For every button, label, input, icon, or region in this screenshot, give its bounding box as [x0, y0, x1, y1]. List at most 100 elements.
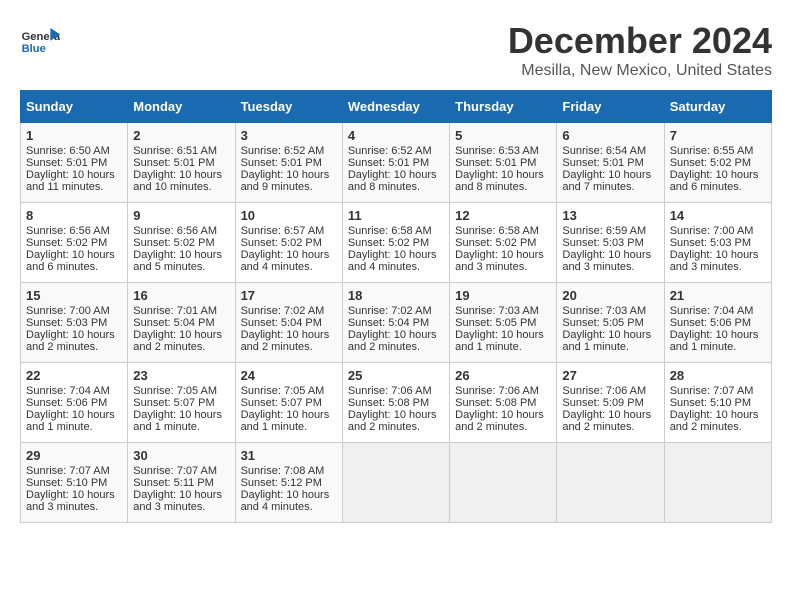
table-row: 3Sunrise: 6:52 AMSunset: 5:01 PMDaylight… [235, 123, 342, 203]
day-number: 12 [455, 208, 551, 223]
day-number: 10 [241, 208, 337, 223]
daylight-text: Daylight: 10 hours and 1 minute. [670, 329, 766, 353]
sunset-text: Sunset: 5:02 PM [348, 237, 444, 249]
day-number: 24 [241, 368, 337, 383]
daylight-text: Daylight: 10 hours and 2 minutes. [133, 329, 229, 353]
daylight-text: Daylight: 10 hours and 1 minute. [241, 409, 337, 433]
sunset-text: Sunset: 5:01 PM [562, 157, 658, 169]
day-number: 23 [133, 368, 229, 383]
day-number: 8 [26, 208, 122, 223]
table-row: 24Sunrise: 7:05 AMSunset: 5:07 PMDayligh… [235, 363, 342, 443]
sunset-text: Sunset: 5:05 PM [455, 317, 551, 329]
day-number: 29 [26, 448, 122, 463]
table-row: 11Sunrise: 6:58 AMSunset: 5:02 PMDayligh… [342, 203, 449, 283]
sunset-text: Sunset: 5:01 PM [348, 157, 444, 169]
sunset-text: Sunset: 5:11 PM [133, 477, 229, 489]
sunset-text: Sunset: 5:01 PM [241, 157, 337, 169]
daylight-text: Daylight: 10 hours and 4 minutes. [241, 249, 337, 273]
daylight-text: Daylight: 10 hours and 7 minutes. [562, 169, 658, 193]
daylight-text: Daylight: 10 hours and 5 minutes. [133, 249, 229, 273]
sunrise-text: Sunrise: 7:01 AM [133, 305, 229, 317]
sunset-text: Sunset: 5:06 PM [670, 317, 766, 329]
sunset-text: Sunset: 5:03 PM [562, 237, 658, 249]
table-row: 19Sunrise: 7:03 AMSunset: 5:05 PMDayligh… [450, 283, 557, 363]
sunset-text: Sunset: 5:12 PM [241, 477, 337, 489]
table-row: 23Sunrise: 7:05 AMSunset: 5:07 PMDayligh… [128, 363, 235, 443]
daylight-text: Daylight: 10 hours and 2 minutes. [562, 409, 658, 433]
col-saturday: Saturday [664, 91, 771, 123]
sunrise-text: Sunrise: 7:04 AM [670, 305, 766, 317]
day-number: 18 [348, 288, 444, 303]
sunrise-text: Sunrise: 6:52 AM [348, 145, 444, 157]
month-title: December 2024 [508, 20, 772, 62]
daylight-text: Daylight: 10 hours and 6 minutes. [670, 169, 766, 193]
table-row: 15Sunrise: 7:00 AMSunset: 5:03 PMDayligh… [21, 283, 128, 363]
sunrise-text: Sunrise: 7:06 AM [562, 385, 658, 397]
col-thursday: Thursday [450, 91, 557, 123]
daylight-text: Daylight: 10 hours and 3 minutes. [455, 249, 551, 273]
col-tuesday: Tuesday [235, 91, 342, 123]
sunrise-text: Sunrise: 6:56 AM [133, 225, 229, 237]
daylight-text: Daylight: 10 hours and 2 minutes. [348, 409, 444, 433]
sunset-text: Sunset: 5:02 PM [133, 237, 229, 249]
title-area: December 2024 Mesilla, New Mexico, Unite… [508, 20, 772, 80]
calendar-row: 8Sunrise: 6:56 AMSunset: 5:02 PMDaylight… [21, 203, 772, 283]
sunset-text: Sunset: 5:07 PM [133, 397, 229, 409]
table-row: 31 Sunrise: 7:08 AMSunset: 5:12 PMDayligh… [235, 443, 342, 523]
sunrise-text: Sunrise: 7:06 AM [455, 385, 551, 397]
sunrise-text: Sunrise: 6:53 AM [455, 145, 551, 157]
sunrise-text: Sunrise: 6:55 AM [670, 145, 766, 157]
sunset-text: Sunset: 5:06 PM [26, 397, 122, 409]
table-row: 18Sunrise: 7:02 AMSunset: 5:04 PMDayligh… [342, 283, 449, 363]
daylight-text: Daylight: 10 hours and 2 minutes. [348, 329, 444, 353]
table-row: 6Sunrise: 6:54 AMSunset: 5:01 PMDaylight… [557, 123, 664, 203]
sunrise-text: Sunrise: 6:59 AM [562, 225, 658, 237]
calendar-row: 15Sunrise: 7:00 AMSunset: 5:03 PMDayligh… [21, 283, 772, 363]
table-row [450, 443, 557, 523]
sunset-text: Sunset: 5:02 PM [670, 157, 766, 169]
day-number: 28 [670, 368, 766, 383]
daylight-text: Daylight: 10 hours and 10 minutes. [133, 169, 229, 193]
daylight-text: Daylight: 10 hours and 2 minutes. [670, 409, 766, 433]
sunrise-text: Sunrise: 6:58 AM [348, 225, 444, 237]
table-row: 27Sunrise: 7:06 AMSunset: 5:09 PMDayligh… [557, 363, 664, 443]
table-row: 13Sunrise: 6:59 AMSunset: 5:03 PMDayligh… [557, 203, 664, 283]
table-row: 16Sunrise: 7:01 AMSunset: 5:04 PMDayligh… [128, 283, 235, 363]
sunset-text: Sunset: 5:01 PM [26, 157, 122, 169]
sunrise-text: Sunrise: 7:04 AM [26, 385, 122, 397]
sunrise-text: Sunrise: 6:50 AM [26, 145, 122, 157]
header-row: Sunday Monday Tuesday Wednesday Thursday… [21, 91, 772, 123]
table-row: 25 Sunrise: 7:06 AMSunset: 5:08 PMDayligh… [342, 363, 449, 443]
sunrise-text: Sunrise: 6:56 AM [26, 225, 122, 237]
table-row: 4Sunrise: 6:52 AMSunset: 5:01 PMDaylight… [342, 123, 449, 203]
sunset-text: Sunset: 5:08 PM [348, 397, 444, 409]
table-row [664, 443, 771, 523]
table-row: 21Sunrise: 7:04 AMSunset: 5:06 PMDayligh… [664, 283, 771, 363]
calendar-row: 1Sunrise: 6:50 AMSunset: 5:01 PMDaylight… [21, 123, 772, 203]
calendar-row: 22Sunrise: 7:04 AMSunset: 5:06 PMDayligh… [21, 363, 772, 443]
sunrise-text: Sunrise: 7:08 AM [241, 465, 337, 477]
col-friday: Friday [557, 91, 664, 123]
day-number: 31 [241, 448, 337, 463]
daylight-text: Daylight: 10 hours and 4 minutes. [241, 489, 337, 513]
sunset-text: Sunset: 5:02 PM [241, 237, 337, 249]
sunrise-text: Sunrise: 6:57 AM [241, 225, 337, 237]
day-number: 17 [241, 288, 337, 303]
table-row: 26Sunrise: 7:06 AMSunset: 5:08 PMDayligh… [450, 363, 557, 443]
sunset-text: Sunset: 5:04 PM [241, 317, 337, 329]
table-row: 12Sunrise: 6:58 AMSunset: 5:02 PMDayligh… [450, 203, 557, 283]
location-subtitle: Mesilla, New Mexico, United States [508, 62, 772, 80]
day-number: 25 [348, 368, 444, 383]
daylight-text: Daylight: 10 hours and 3 minutes. [133, 489, 229, 513]
sunrise-text: Sunrise: 7:06 AM [348, 385, 444, 397]
daylight-text: Daylight: 10 hours and 4 minutes. [348, 249, 444, 273]
table-row: 7Sunrise: 6:55 AMSunset: 5:02 PMDaylight… [664, 123, 771, 203]
table-row: 17Sunrise: 7:02 AMSunset: 5:04 PMDayligh… [235, 283, 342, 363]
table-row: 28Sunrise: 7:07 AMSunset: 5:10 PMDayligh… [664, 363, 771, 443]
calendar-table: Sunday Monday Tuesday Wednesday Thursday… [20, 90, 772, 523]
sunrise-text: Sunrise: 7:00 AM [670, 225, 766, 237]
table-row: 5Sunrise: 6:53 AMSunset: 5:01 PMDaylight… [450, 123, 557, 203]
table-row: 30Sunrise: 7:07 AMSunset: 5:11 PMDayligh… [128, 443, 235, 523]
daylight-text: Daylight: 10 hours and 3 minutes. [26, 489, 122, 513]
day-number: 27 [562, 368, 658, 383]
